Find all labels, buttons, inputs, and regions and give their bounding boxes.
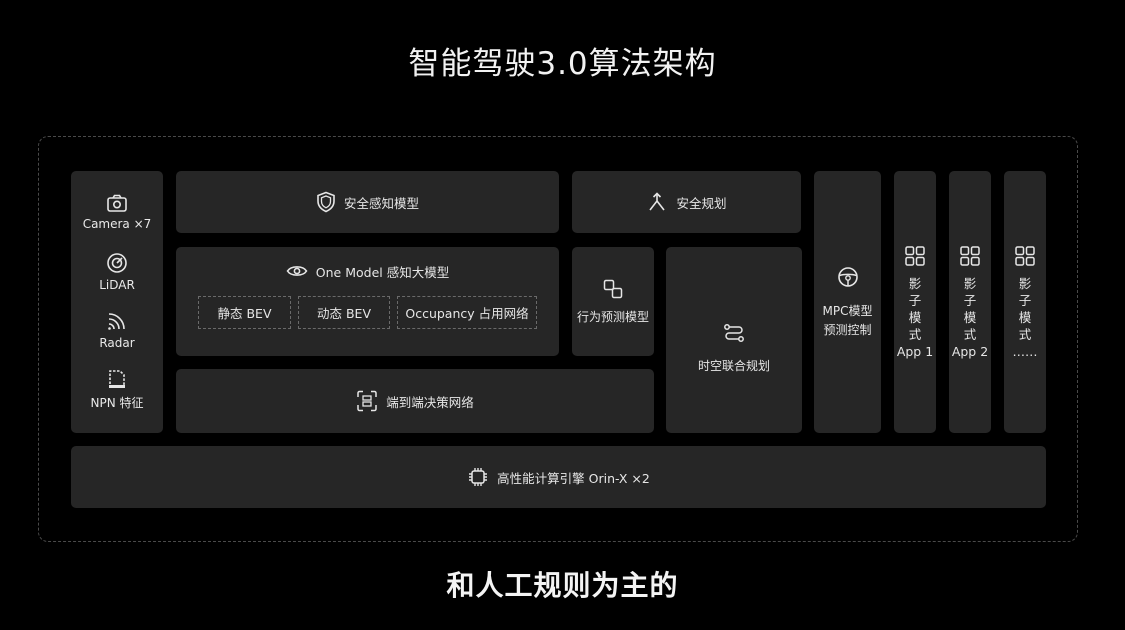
- sensor-npn: NPN 特征: [71, 368, 163, 411]
- path-split-icon: [646, 191, 668, 213]
- lidar-icon: [106, 252, 128, 274]
- static-bev-box: 静态 BEV: [198, 296, 291, 329]
- grid-icon: [959, 245, 981, 267]
- shield-icon: [316, 191, 336, 213]
- mpc-module: MPC模型 预测控制: [814, 171, 881, 433]
- radar-icon: [106, 310, 128, 332]
- shadow-mode-label: 影 子 模 式 App 1: [896, 275, 934, 359]
- module-label: 时空联合规划: [697, 358, 770, 373]
- route-icon: [722, 321, 746, 345]
- app-label: App 1: [896, 343, 934, 359]
- compute-engine-module: 高性能计算引擎 Orin-X ×2: [71, 446, 1046, 508]
- camera-icon: [106, 193, 128, 213]
- grid-icon: [904, 245, 926, 267]
- end-to-end-module: 端到端决策网络: [176, 369, 654, 433]
- one-model-header: One Model 感知大模型: [176, 261, 559, 281]
- module-label: One Model 感知大模型: [315, 264, 450, 280]
- module-label: 行为预测模型: [576, 310, 649, 324]
- shadow-mode-label: 影 子 模 式 ……: [1012, 275, 1038, 359]
- eye-icon: [286, 264, 308, 278]
- spatiotemporal-planning-module: 时空联合规划: [666, 247, 802, 433]
- npn-icon: [106, 368, 128, 390]
- sensor-label: NPN 特征: [90, 396, 144, 410]
- module-label: 高性能计算引擎 Orin-X ×2: [497, 470, 650, 486]
- scan-frame-icon: [356, 390, 378, 412]
- caption-text: 和人工规则为主的: [446, 569, 679, 602]
- chip-icon: [467, 466, 489, 488]
- overlap-squares-icon: [602, 278, 624, 300]
- module-label: 安全规划: [676, 195, 727, 211]
- sensor-radar: Radar: [71, 310, 163, 350]
- mpc-label-line1: MPC模型: [822, 304, 873, 318]
- grid-icon: [1014, 245, 1036, 267]
- sensors-panel: Camera ×7 LiDAR Radar NPN 特征: [71, 171, 163, 433]
- sensor-label: LiDAR: [99, 278, 135, 292]
- shadow-mode-app2: 影 子 模 式 App 2: [949, 171, 991, 433]
- mpc-label-line2: 预测控制: [823, 323, 872, 337]
- safety-planning-module: 安全规划: [572, 171, 801, 233]
- sensor-camera: Camera ×7: [71, 193, 163, 231]
- architecture-frame: Camera ×7 LiDAR Radar NPN 特征 安全感知模型 安全规划…: [38, 136, 1078, 542]
- shadow-mode-label: 影 子 模 式 App 2: [951, 275, 989, 359]
- sensor-label: Camera ×7: [82, 217, 152, 231]
- safety-perception-module: 安全感知模型: [176, 171, 559, 233]
- app-label: App 2: [951, 343, 989, 359]
- occupancy-box: Occupancy 占用网络: [397, 296, 537, 329]
- shadow-mode-more: 影 子 模 式 ……: [1004, 171, 1046, 433]
- page-title: 智能驾驶3.0算法架构: [408, 46, 717, 82]
- app-label: ……: [1012, 343, 1038, 359]
- sensor-label: Radar: [99, 336, 135, 350]
- dynamic-bev-box: 动态 BEV: [298, 296, 390, 329]
- module-label: 安全感知模型: [343, 195, 419, 211]
- sensor-lidar: LiDAR: [71, 252, 163, 292]
- steering-wheel-icon: [837, 266, 859, 288]
- behavior-prediction-module: 行为预测模型: [572, 247, 654, 356]
- shadow-mode-app1: 影 子 模 式 App 1: [894, 171, 936, 433]
- module-label: 端到端决策网络: [386, 394, 474, 410]
- one-model-module: One Model 感知大模型 静态 BEV 动态 BEV Occupancy …: [176, 247, 559, 356]
